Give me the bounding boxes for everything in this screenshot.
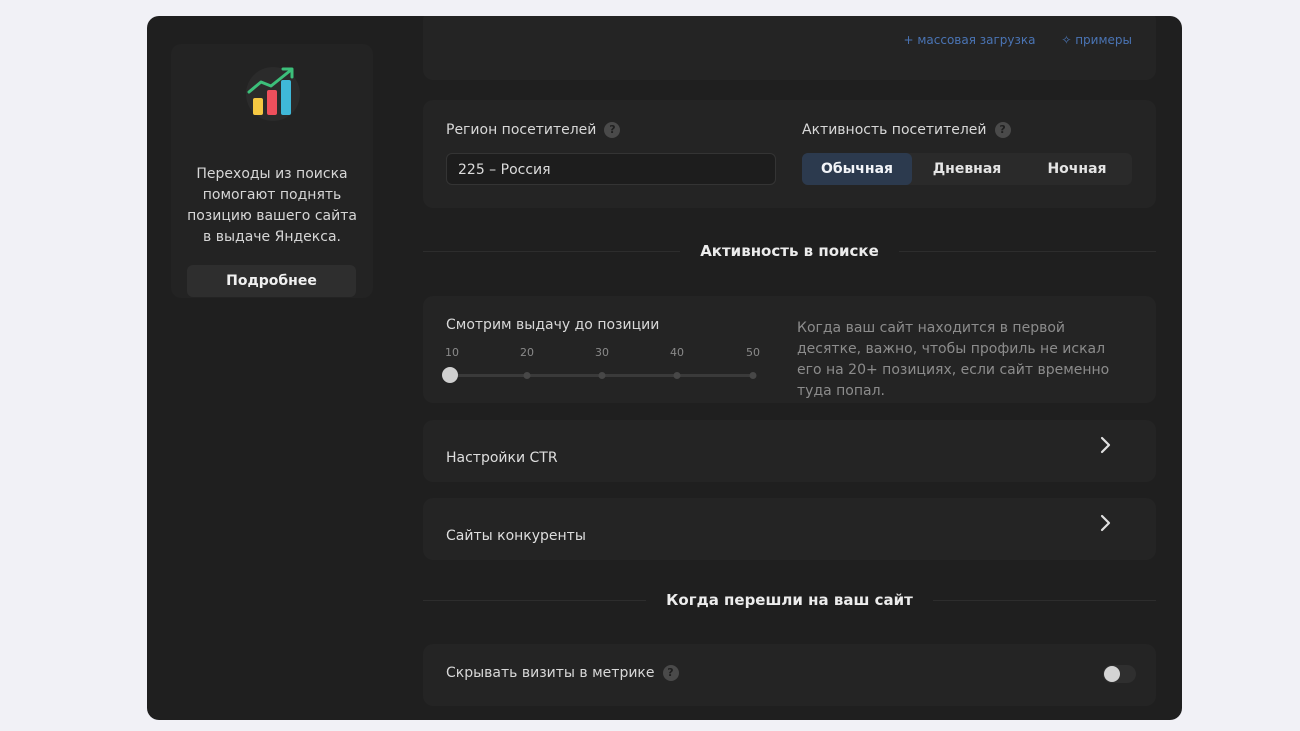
section-title-visit-text: Когда перешли на ваш сайт	[646, 591, 933, 609]
activity-label: Активность посетителей?	[802, 122, 1011, 138]
slider-tick-label: 10	[445, 346, 459, 359]
chevron-right-icon	[1100, 436, 1111, 454]
position-panel: Смотрим выдачу до позиции 10 20 30 40 50…	[423, 296, 1156, 403]
bar-chart-growth-icon	[246, 67, 300, 121]
section-title-visit: Когда перешли на ваш сайт	[423, 591, 1156, 609]
region-label-text: Регион посетителей	[446, 122, 597, 138]
app-window: Переходы из поиска помогают поднять пози…	[147, 16, 1182, 720]
position-label: Смотрим выдачу до позиции	[446, 317, 660, 333]
slider-thumb[interactable]	[442, 367, 458, 383]
section-title-search-text: Активность в поиске	[680, 242, 899, 260]
examples-link[interactable]: ✧ примеры	[1061, 33, 1132, 47]
position-hint: Когда ваш сайт находится в первой десятк…	[797, 320, 1110, 399]
section-title-search: Активность в поиске	[423, 242, 1156, 260]
toggle-knob	[1104, 666, 1120, 682]
activity-segmented-control: Обычная Дневная Ночная	[802, 153, 1132, 185]
hide-visits-label-text: Скрывать визиты в метрике	[446, 665, 655, 681]
competitors-row[interactable]: Сайты конкуренты	[423, 498, 1156, 560]
region-label: Регион посетителей?	[446, 122, 621, 138]
help-icon[interactable]: ?	[604, 122, 621, 138]
top-links: + массовая загрузка ✧ примеры	[881, 33, 1132, 47]
activity-option-night[interactable]: Ночная	[1022, 153, 1132, 185]
slider-track[interactable]	[447, 372, 757, 379]
hide-visits-toggle[interactable]	[1103, 665, 1136, 683]
ctr-settings-label: Настройки CTR	[446, 450, 558, 466]
competitors-label: Сайты конкуренты	[446, 528, 586, 544]
chevron-right-icon	[1100, 514, 1111, 532]
slider-tick-label: 50	[746, 346, 760, 359]
promo-card: Переходы из поиска помогают поднять пози…	[171, 44, 373, 298]
slider-tick-label: 30	[595, 346, 609, 359]
slider-step-dot	[598, 372, 606, 379]
activity-option-day[interactable]: Дневная	[912, 153, 1022, 185]
activity-option-normal[interactable]: Обычная	[802, 153, 912, 185]
help-icon[interactable]: ?	[662, 665, 679, 681]
slider-step-dot	[673, 372, 681, 379]
help-icon[interactable]: ?	[994, 122, 1011, 138]
slider-tick-label: 40	[670, 346, 684, 359]
bulk-upload-link[interactable]: + массовая загрузка	[903, 33, 1035, 47]
hide-visits-label: Скрывать визиты в метрике?	[446, 665, 679, 681]
learn-more-button[interactable]: Подробнее	[187, 265, 356, 297]
slider-step-dot	[523, 372, 531, 379]
promo-text: Переходы из поиска помогают поднять пози…	[187, 166, 357, 245]
top-panel: + массовая загрузка ✧ примеры	[423, 16, 1156, 80]
slider-tick-label: 20	[520, 346, 534, 359]
activity-label-text: Активность посетителей	[802, 122, 987, 138]
ctr-settings-row[interactable]: Настройки CTR	[423, 420, 1156, 482]
slider-step-dot	[749, 372, 757, 379]
region-activity-panel: Регион посетителей? 225 – Россия Активно…	[423, 100, 1156, 208]
region-input[interactable]: 225 – Россия	[446, 153, 776, 185]
hide-visits-panel: Скрывать визиты в метрике?	[423, 644, 1156, 706]
